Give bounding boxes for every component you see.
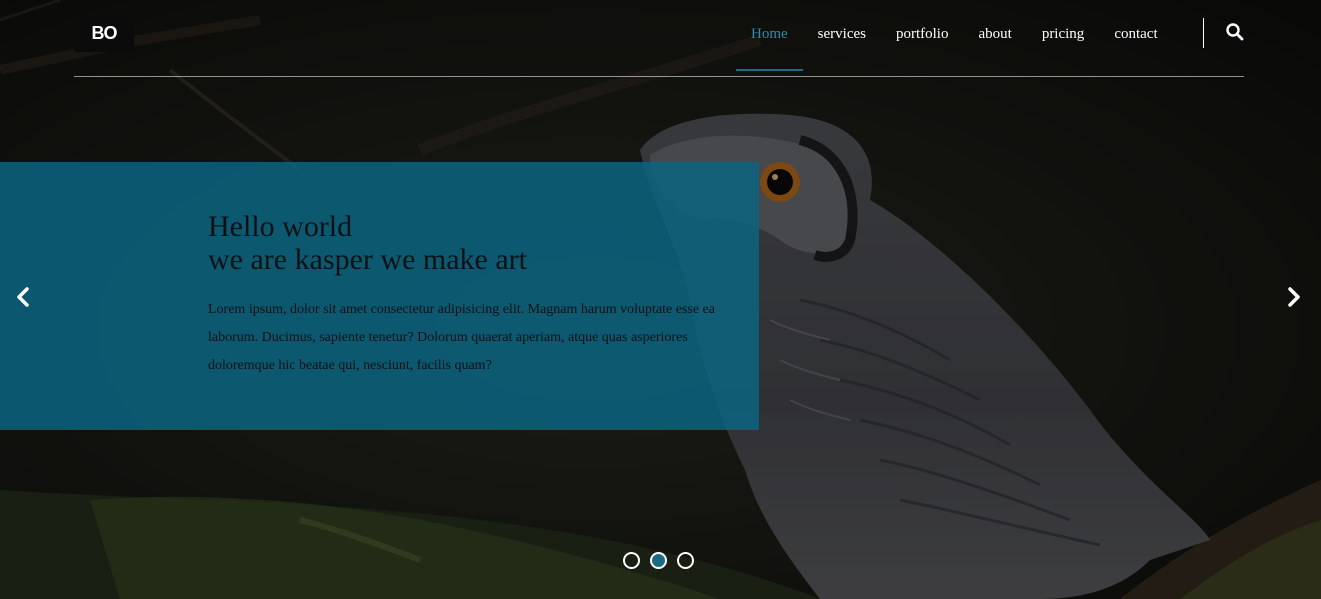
slider-prev-button[interactable] [11,284,35,310]
hero-title-line-2: we are kasper we make art [208,243,527,276]
chevron-right-icon [1288,287,1300,307]
slider-pagination [623,552,694,569]
slider-next-button[interactable] [1282,284,1306,310]
logo[interactable]: BO [74,15,134,52]
hero-description: Lorem ipsum, dolor sit amet consectetur … [208,302,715,373]
slider-dot-3[interactable] [677,552,694,569]
nav-link-about[interactable]: about [963,24,1026,44]
search-icon [1226,23,1244,41]
search-button[interactable] [1225,22,1245,42]
hero-slider: BO Home services portfolio about pricing… [0,0,1321,599]
slider-dot-2[interactable] [650,552,667,569]
nav-link-portfolio[interactable]: portfolio [881,24,964,44]
chevron-left-icon [17,287,29,307]
nav-link-pricing[interactable]: pricing [1027,24,1100,44]
nav-link-home[interactable]: Home [736,24,803,71]
header-underline [74,76,1244,77]
nav-divider [1203,18,1204,48]
hero-title-line-1: Hello world [208,210,353,243]
slider-dot-1[interactable] [623,552,640,569]
hero-title: Hello world we are kasper we make art [208,210,728,276]
nav-link-contact[interactable]: contact [1099,24,1172,44]
main-nav: Home services portfolio about pricing co… [736,22,1173,71]
nav-link-services[interactable]: services [803,24,881,44]
